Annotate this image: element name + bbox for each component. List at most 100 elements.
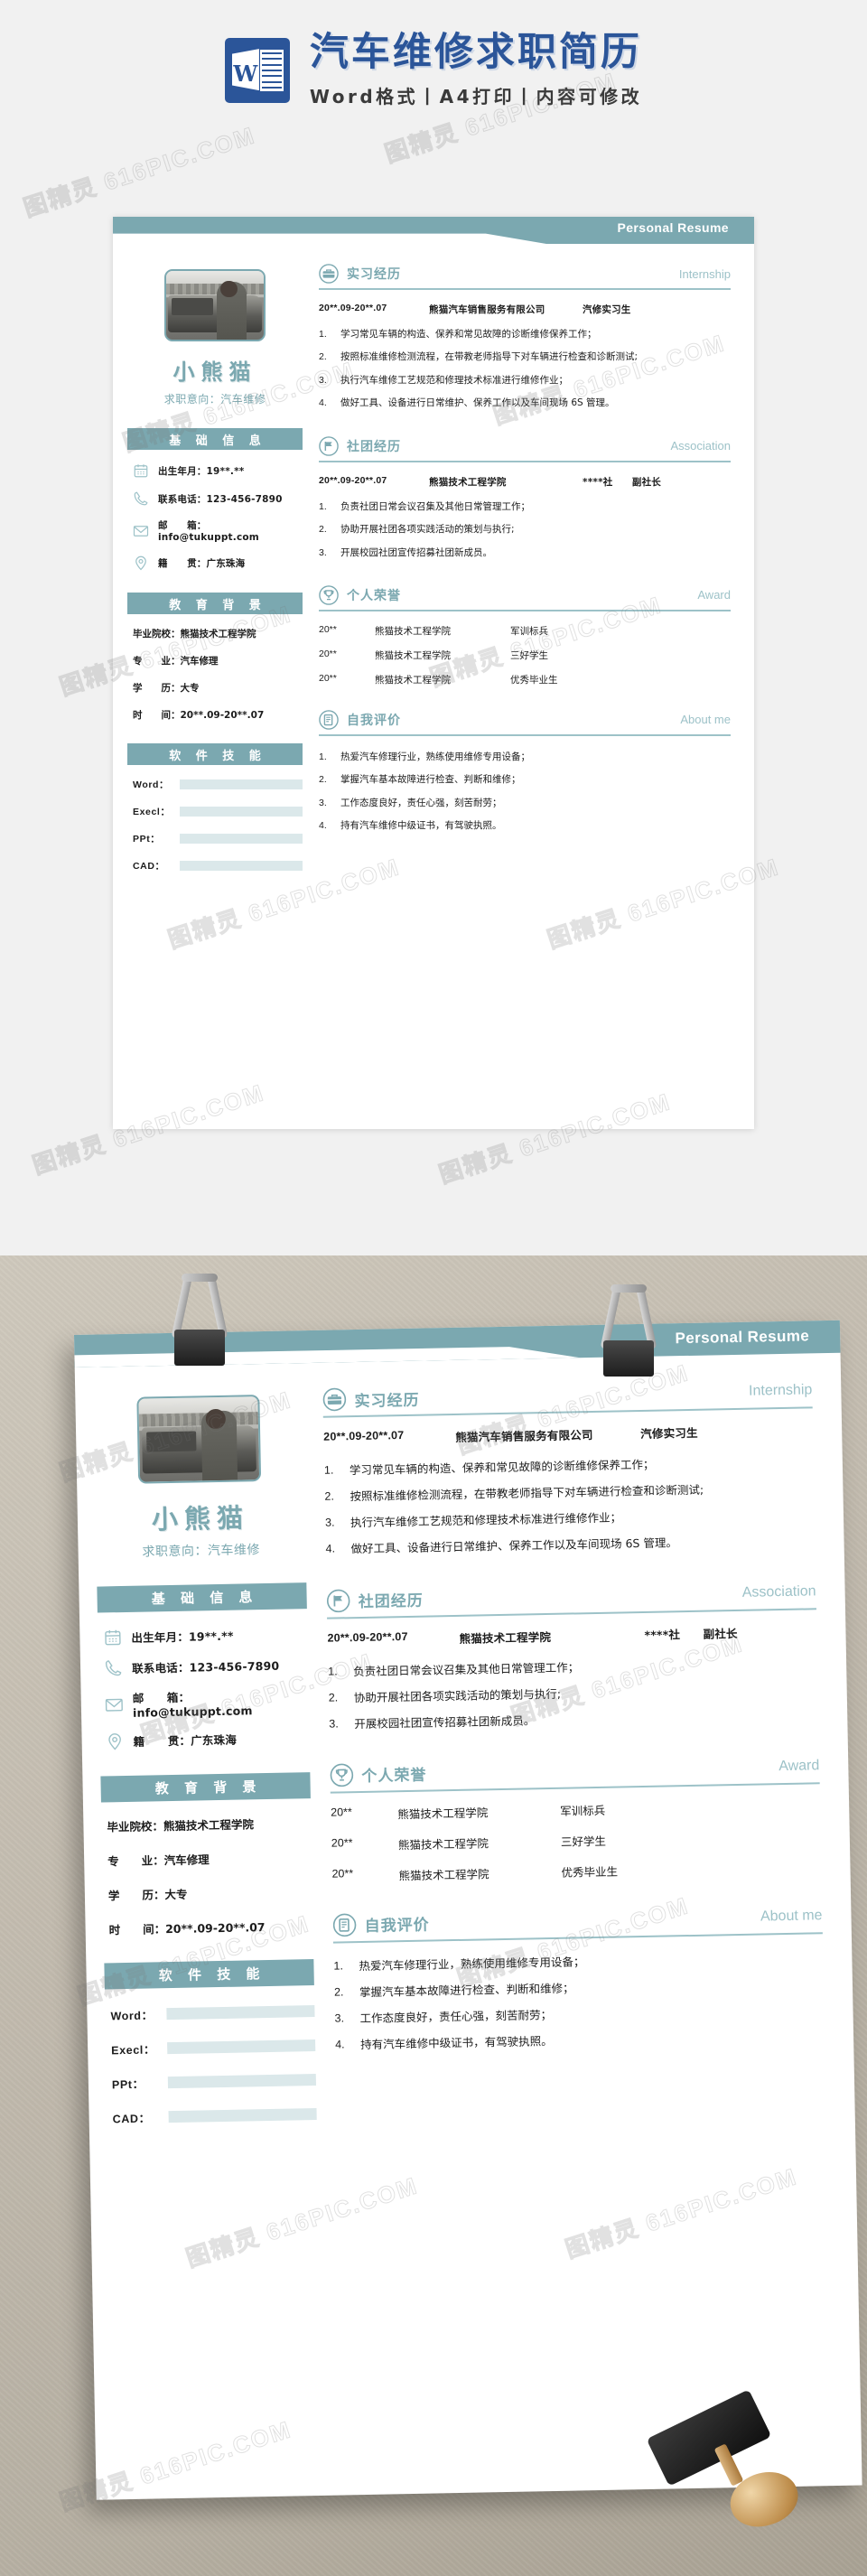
promo-subtitle: Word格式丨A4打印丨内容可修改 [309,86,643,108]
skill-row-cad: CAD： [133,859,303,873]
education-row-degree: 学 历：大专 [133,683,200,694]
internship-org: 熊猫汽车销售服务有限公司 [429,304,545,315]
section-title-internship: 实习经历 [347,267,401,282]
award-school: 熊猫技术工程学院 [375,625,451,637]
section-title-association-en: Association [741,1582,816,1601]
education-row-major: 专 业：汽车修理 [133,656,219,667]
section-title-about-me-en: About me [680,713,731,727]
skill-label-cad: CAD： [112,2112,151,2126]
association-org: 熊猫技术工程学院 [459,1629,552,1646]
calendar-icon [133,462,149,479]
bullet-number: 2. [319,351,327,363]
list-item: 1. 学习常见车辆的构造、保养和常见故障的诊断维修保养工作； [319,326,731,343]
mockup-banner-label: Personal Resume [675,1327,810,1348]
bullet-number: 4. [319,397,327,409]
list-item: 3. 执行汽车维修工艺规范和修理技术标准进行维修作业； [325,1504,815,1535]
promo-header: W 汽车维修求职简历 Word格式丨A4打印丨内容可修改 [0,32,867,108]
skill-track-cad [168,2108,317,2123]
bullet-number: 3. [334,2011,345,2025]
word-document-icon: W [224,38,290,104]
section-title-association: 社团经历 [358,1591,424,1612]
bullet-text: 做好工具、设备进行日常维护、保养工作以及车间现场 6S 管理。 [340,397,615,409]
section-header-about-me: 自我评价 About me [319,710,731,736]
bullet-number: 2. [324,1489,335,1503]
internship-date: 20**.09-20**.07 [323,1429,405,1443]
skill-row-excel: Execl： [133,805,303,818]
bullet-number: 1. [328,1664,338,1678]
section-title-about-me: 自我评价 [347,713,401,728]
internship-org: 熊猫汽车销售服务有限公司 [455,1427,593,1444]
contact-text-birth: 出生年月：19**.** [131,1629,234,1645]
award-school: 熊猫技术工程学院 [398,1867,489,1883]
portrait-photo [164,269,266,341]
internship-entry: 20**.09-20**.07 熊猫汽车销售服务有限公司 汽修实习生 [323,1421,813,1447]
mail-icon [133,523,149,539]
trophy-icon [330,1763,354,1787]
table-row: 20** 熊猫技术工程学院 军训标兵 [319,624,731,638]
list-item: 4. 持有汽车维修中级证书，有驾驶执照。 [335,2025,825,2056]
association-date: 20**.09-20**.07 [327,1629,408,1645]
skill-track-word [180,779,303,789]
section-title-internship-en: Internship [748,1382,813,1399]
internship-role: 汽修实习生 [583,304,631,315]
section-awards: 个人荣誉 Award 20** 熊猫技术工程学院 军训标兵 20** 熊猫技术工… [319,585,731,686]
job-intent: 求职意向：汽车维修 [142,1543,261,1560]
bullet-text: 工作态度良好，责任心强，刻苦耐劳； [340,797,502,808]
association-date: 20**.09-20**.07 [319,474,387,486]
briefcase-icon [322,1387,347,1412]
contact-text-phone: 联系电话：123-456-7890 [158,493,283,505]
award-prize: 军训标兵 [510,625,548,637]
section-internship: 实习经历 Internship 20**.09-20**.07 熊猫汽车销售服务… [322,1378,816,1560]
bullet-text: 掌握汽车基本故障进行检查、判断和维修； [359,1981,574,2000]
table-row: 20** 熊猫技术工程学院 三好学生 [331,1827,821,1853]
award-year: 20** [319,623,337,635]
award-school: 熊猫技术工程学院 [375,674,451,686]
bullet-number: 1. [319,751,327,762]
skill-track-ppt [180,834,303,844]
section-title-basic-info: 基 础 信 息 [97,1582,307,1613]
bullet-text: 工作态度良好，责任心强，刻苦耐劳； [359,2008,553,2026]
section-title-association-en: Association [670,439,731,453]
skill-track-ppt [167,2074,317,2089]
location-pin-icon [105,1731,124,1750]
bullet-text: 协助开展社团各项实践活动的策划与执行; [340,524,515,536]
section-header-internship: 实习经历 Internship [322,1378,813,1418]
award-school: 熊猫技术工程学院 [397,1806,489,1822]
contact-row-hometown: 籍 贯：广东珠海 [105,1728,309,1750]
award-prize: 三好学生 [560,1834,607,1849]
education-row-degree: 学 历：大专 [107,1887,188,1903]
trophy-icon [319,585,339,605]
list-item: 3. 工作态度良好，责任心强，刻苦耐劳； [334,1999,824,2030]
internship-date: 20**.09-20**.07 [319,303,387,313]
skill-row-excel: Execl： [111,2037,316,2058]
mockup-left-column: 小熊猫 求职意向：汽车维修 基 础 信 息 出生年月：19**.** 联系电话：… [75,1363,330,2144]
resume-right-column: 实习经历 Internship 20**.09-20**.07 熊猫汽车销售服务… [313,244,754,886]
bullet-text: 开展校园社团宣传招募社团新成员。 [354,1713,536,1731]
section-title-basic-info: 基 础 信 息 [127,428,303,450]
bullet-number: 3. [319,374,327,386]
list-item: 2. 按照标准维修检测流程，在带教老师指导下对车辆进行检查和诊断测试; [319,349,731,366]
list-item: 2. 协助开展社团各项实践活动的策划与执行; [329,1678,818,1709]
association-role: ****社 副社长 [583,476,661,488]
phone-icon [133,490,149,507]
location-pin-icon [133,555,149,571]
calendar-icon [103,1628,122,1647]
section-title-awards: 个人荣誉 [361,1766,427,1787]
bullet-text: 按照标准维修检测流程，在带教老师指导下对车辆进行检查和诊断测试; [340,351,639,363]
internship-role: 汽修实习生 [640,1425,698,1441]
section-header-awards: 个人荣誉 Award [319,585,731,611]
resume-banner-label: Personal Resume [617,220,729,235]
avatar [127,269,303,341]
table-row: 20** 熊猫技术工程学院 优秀毕业生 [331,1858,821,1884]
watermark: 图精灵 616PIC.COM [20,121,259,222]
skill-row-ppt: PPt： [112,2071,317,2092]
bullet-number: 1. [319,500,327,512]
skill-label-cad: CAD： [133,861,165,872]
bullet-text: 负责社团日常会议召集及其他日常管理工作； [340,500,530,512]
contact-row-email: 邮 箱：info@tukuppt.com [105,1685,310,1720]
avatar [93,1394,304,1484]
list-item: 1. 学习常见车辆的构造、保养和常见故障的诊断维修保养工作； [324,1451,814,1481]
award-prize: 优秀毕业生 [561,1864,619,1880]
education-row-school: 毕业院校：熊猫技术工程学院 [107,1817,255,1834]
mail-icon [105,1695,124,1714]
